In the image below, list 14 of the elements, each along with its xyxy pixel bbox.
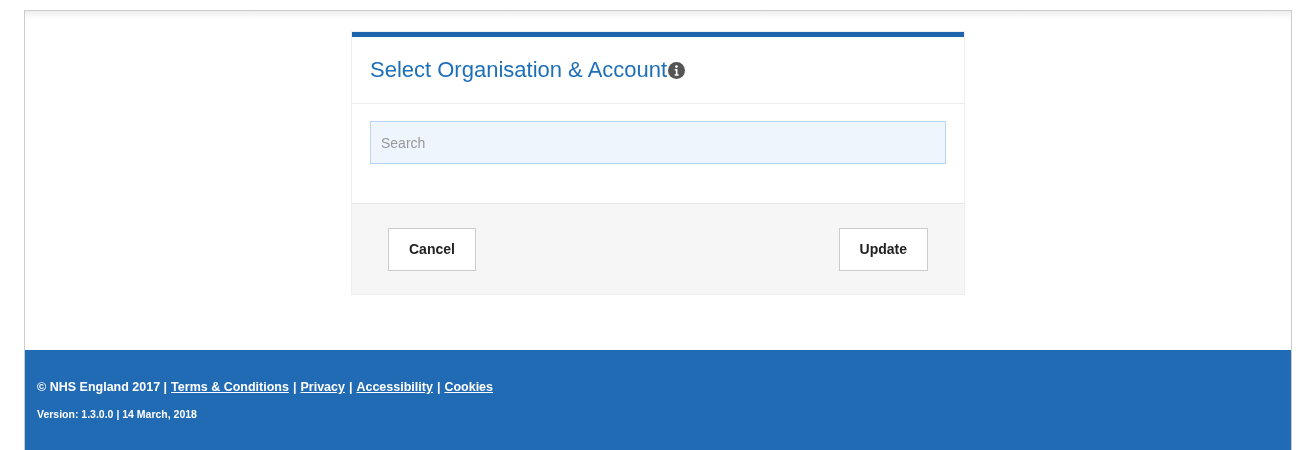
footer-link[interactable]: Cookies	[444, 380, 493, 394]
info-icon[interactable]	[668, 61, 686, 79]
version-text: Version: 1.3.0.0 | 14 March, 2018	[37, 408, 198, 420]
footer-text: © NHS England 2017 |	[37, 380, 168, 394]
update-button[interactable]: Update	[838, 227, 928, 271]
search-field[interactable]: Search	[370, 121, 946, 164]
footer-text: |	[436, 380, 441, 394]
dialog-title: Select Organisation & Account	[370, 57, 668, 83]
footer-link[interactable]: Privacy	[300, 380, 345, 394]
footer-text: |	[348, 380, 353, 394]
footer-link[interactable]: Terms & Conditions	[171, 380, 289, 394]
footer-link[interactable]: Accessibility	[356, 380, 433, 394]
cancel-button[interactable]: Cancel	[388, 227, 476, 271]
footer-text: |	[292, 380, 297, 394]
